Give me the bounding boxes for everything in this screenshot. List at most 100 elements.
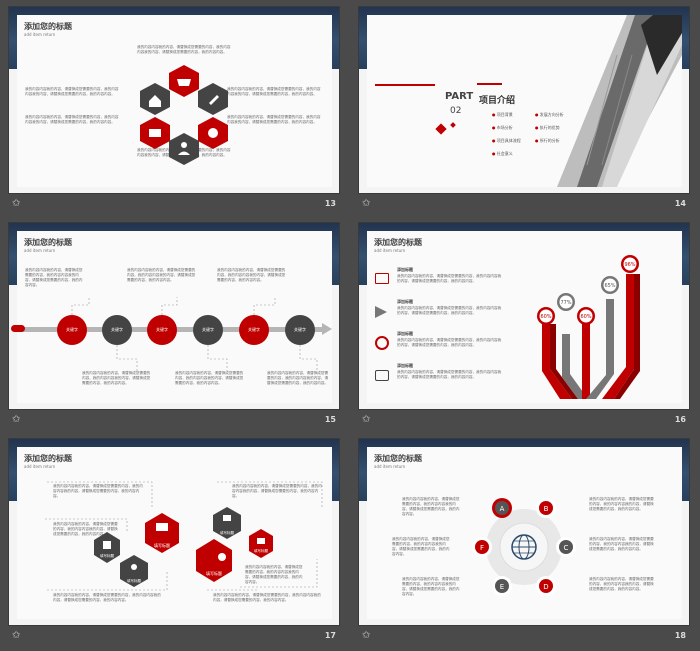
section-heading: 项目介绍 [479, 96, 516, 106]
item-text: 我的内容内容我的内容，请替换成您需要的内容，我的内容内容我的内容，请替换成您需要… [397, 306, 502, 315]
svg-text:60%: 60% [580, 314, 591, 320]
content-panel: 添加您的标题 add item return 我的内容内容我的内容，请替换成您需… [11, 231, 332, 403]
svg-text:60%: 60% [540, 314, 551, 320]
text-block: 我的内容内容我的内容，请替换成您需要的内容，我的内容内容我的内容，请替换成您需要… [589, 497, 654, 511]
pin-1: 60% [537, 307, 555, 325]
text-block: 我的内容内容我的内容，请替换成您需要的内容，我的内容内容我的内容，请替换成您需要… [137, 45, 231, 54]
item-title: 添加标题 [397, 267, 413, 272]
slide-thumb-17[interactable]: 添加您的标题 add item return 我的内容内容我的内容，请替换成您需… [8, 438, 340, 651]
svg-text:C: C [564, 544, 569, 552]
slide-thumb-15[interactable]: 添加您的标题 add item return 我的内容内容我的内容，请替换成您需… [8, 222, 340, 435]
item-4: ● 社会意义 [492, 151, 513, 156]
slide-18: 添加您的标题 add item return 我的内容内容我的内容，请替换成您需… [358, 438, 690, 626]
svg-text:填写标题: 填写标题 [254, 548, 268, 553]
pin-2: 77% [557, 293, 575, 311]
globe-diagram: A B C D E F [472, 498, 576, 596]
divider-red [375, 84, 435, 86]
item-1: ● 项目背景 [492, 112, 513, 117]
slide-footer: ✩ 15 [8, 412, 340, 434]
star-icon[interactable]: ✩ [12, 630, 20, 641]
slide-thumb-13[interactable]: 添加您的标题 add item return 我的内容内容我的内容，请替换成您需… [8, 6, 340, 219]
svg-text:B: B [544, 505, 549, 513]
slide-14: PART 02 项目介绍 ● 项目背景 ● 市场分析 ● 项目具体流程 ● 社会… [358, 6, 690, 194]
part-number: 02 [450, 106, 462, 116]
tools-icon [223, 515, 231, 521]
item-text: 我的内容内容我的内容，请替换成您需要的内容，我的内容内容我的内容，请替换成您需要… [397, 370, 502, 379]
svg-text:填写标题: 填写标题 [127, 578, 141, 583]
star-icon[interactable]: ✩ [362, 198, 370, 209]
divider-red [477, 83, 502, 85]
slide-number: 14 [674, 199, 686, 208]
star-icon[interactable]: ✩ [362, 414, 370, 425]
bulb-icon [131, 564, 137, 570]
svg-text:96%: 96% [624, 262, 635, 268]
svg-text:填写标题: 填写标题 [220, 530, 234, 535]
pin-bar-chart: 60% 77% 60% 65% 96% [537, 255, 640, 399]
diamond-icon [435, 123, 447, 135]
star-icon[interactable]: ✩ [362, 630, 370, 641]
org-chart-icon [103, 541, 111, 549]
slide-title: 添加您的标题 [374, 454, 422, 463]
text-block: 我的内容内容我的内容，请替换成您需要的内容，我的内容内容我的内容，请替换成您需要… [402, 577, 460, 596]
svg-text:E: E [500, 583, 504, 591]
folder-icon [149, 129, 161, 137]
slide-13: 添加您的标题 add item return 我的内容内容我的内容，请替换成您需… [8, 6, 340, 194]
star-icon[interactable]: ✩ [12, 198, 20, 209]
slide-15: 添加您的标题 add item return 我的内容内容我的内容，请替换成您需… [8, 222, 340, 410]
slide-thumb-14[interactable]: PART 02 项目介绍 ● 项目背景 ● 市场分析 ● 项目具体流程 ● 社会… [358, 6, 690, 219]
node-b: B [536, 498, 556, 518]
content-panel: PART 02 项目介绍 ● 项目背景 ● 市场分析 ● 项目具体流程 ● 社会… [367, 15, 682, 187]
slide-title: 添加您的标题 [374, 238, 422, 247]
hex-diagram: 填写标题 填写标题 填写标题 填写标题 填写标题 填写标题 [45, 481, 323, 591]
svg-text:填写标题: 填写标题 [206, 570, 222, 576]
svg-text:D: D [543, 583, 548, 591]
svg-text:77%: 77% [560, 300, 571, 306]
slide-number: 18 [674, 631, 686, 640]
item-text: 我的内容内容我的内容，请替换成您需要的内容，我的内容内容我的内容，请替换成您需要… [397, 338, 502, 347]
slide-number: 15 [324, 415, 336, 424]
item-title: 添加标题 [397, 331, 413, 336]
slide-footer: ✩ 16 [358, 412, 690, 434]
diamond-small-icon [450, 122, 456, 128]
megaphone-icon [375, 306, 387, 318]
svg-text:填写标题: 填写标题 [100, 553, 114, 558]
pin-3: 60% [577, 307, 595, 325]
svg-text:填写标题: 填写标题 [154, 542, 170, 548]
node-d: D [536, 576, 556, 596]
item-text: 我的内容内容我的内容，请替换成您需要的内容，我的内容内容我的内容，请替换成您需要… [397, 274, 502, 283]
user-hex [169, 133, 199, 165]
slide-footer: ✩ 18 [358, 628, 690, 650]
text-block: 我的内容内容我的内容，请替换成您需要的内容，我的内容内容我的内容，请替换成您需要… [227, 87, 321, 96]
slide-17: 添加您的标题 add item return 我的内容内容我的内容，请替换成您需… [8, 438, 340, 626]
slide-subtitle: add item return [374, 464, 406, 469]
building-photo [557, 15, 682, 187]
slide-number: 13 [324, 199, 336, 208]
part-label: PART [445, 91, 474, 102]
item-title: 添加标题 [397, 363, 413, 368]
text-block: 我的内容内容我的内容，请替换成您需要的内容，我的内容内容我的内容，请替换成您需要… [402, 497, 460, 516]
slide-footer: ✩ 17 [8, 628, 340, 650]
slide-number: 17 [324, 631, 336, 640]
text-block: 我的内容内容我的内容，请替换成您需要的内容，我的内容内容我的内容，请替换成您需要… [392, 537, 450, 556]
svg-text:65%: 65% [604, 283, 615, 289]
node-c: C [556, 537, 576, 557]
slide-thumb-18[interactable]: 添加您的标题 add item return 我的内容内容我的内容，请替换成您需… [358, 438, 690, 651]
item-3: ● 项目具体流程 [492, 138, 521, 143]
content-panel: 添加您的标题 add item return 我的内容内容我的内容，请替换成您需… [17, 15, 332, 187]
dashed-connectors [71, 297, 318, 371]
slide-footer: ✩ 14 [358, 196, 690, 218]
node-f: F [472, 537, 492, 557]
node-e: E [492, 576, 512, 596]
slide-number: 16 [674, 415, 686, 424]
text-block: 我的内容内容我的内容，请替换成您需要的内容，我的内容内容我的内容，请替换成您需要… [25, 87, 119, 96]
text-block: 我的内容内容我的内容，请替换成您需要的内容，我的内容内容我的内容，请替换成您需要… [25, 115, 119, 124]
target-icon [375, 336, 389, 350]
money-icon [218, 553, 226, 561]
slide-subtitle: add item return [24, 32, 56, 37]
user-icon [181, 142, 187, 148]
star-icon[interactable]: ✩ [12, 414, 20, 425]
svg-text:F: F [480, 544, 484, 552]
slide-thumb-16[interactable]: 添加您的标题 add item return 添加标题 我的内容内容我的内容，请… [358, 222, 690, 435]
pie-chart-icon [208, 128, 218, 138]
camera-icon [375, 370, 389, 381]
